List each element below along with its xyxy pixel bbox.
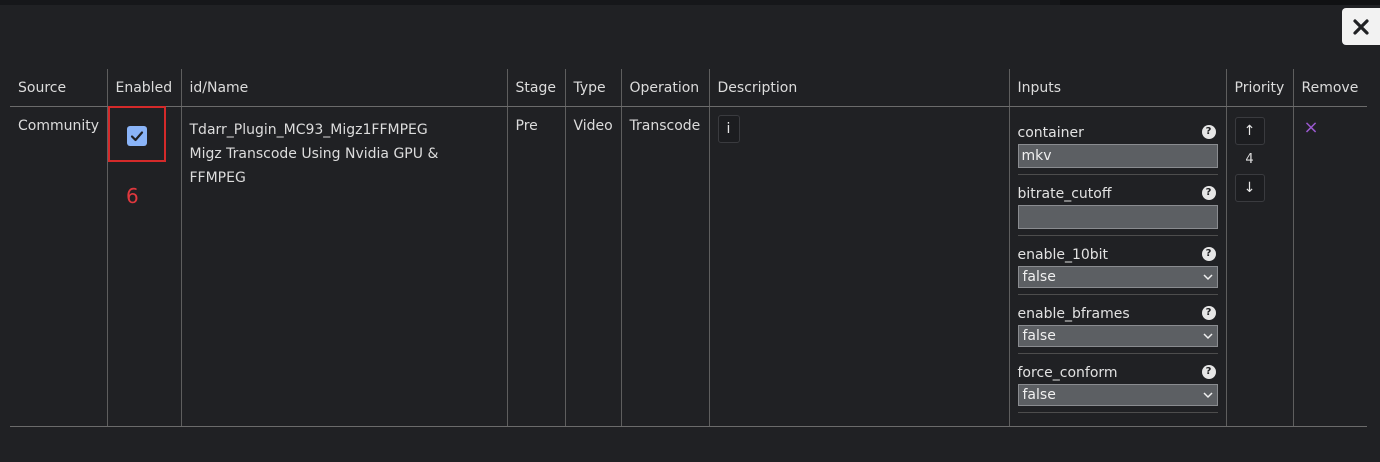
remove-button[interactable]: ×: [1304, 117, 1319, 138]
top-bar-segment: [1060, 0, 1380, 5]
bitrate-cutoff-input[interactable]: [1017, 205, 1218, 229]
input-container: container ?: [1017, 124, 1218, 175]
cell-id-name: Tdarr_Plugin_MC93_Migz1FFMPEG Migz Trans…: [180, 106, 507, 426]
input-bitrate-cutoff: bitrate_cutoff ?: [1017, 185, 1218, 236]
annotation-number: 6: [126, 184, 139, 208]
inputs-list: container ? bitrate_cutoff ? enable_10bi…: [1017, 124, 1218, 413]
header-stage: Stage: [506, 69, 565, 107]
input-enable-10bit: enable_10bit ? false: [1017, 246, 1218, 295]
cell-priority: ↑ 4 ↓: [1225, 106, 1293, 426]
header-priority: Priority: [1225, 69, 1293, 107]
type-text: Video: [573, 118, 613, 134]
help-icon[interactable]: ?: [1201, 186, 1216, 200]
enable-bframes-select[interactable]: false: [1017, 325, 1218, 347]
header-operation: Operation: [620, 69, 709, 107]
input-enable-bframes-label: enable_bframes: [1017, 306, 1130, 322]
header-remove: Remove: [1292, 69, 1367, 107]
header-inputs: Inputs: [1008, 69, 1226, 107]
stage-text: Pre: [515, 118, 538, 134]
container-input[interactable]: [1017, 144, 1218, 168]
priority-down-button[interactable]: ↓: [1234, 174, 1265, 202]
force-conform-select[interactable]: false: [1017, 384, 1218, 406]
input-enable-10bit-label: enable_10bit: [1017, 247, 1109, 263]
plugin-table: Source Enabled id/Name Stage Type Operat…: [10, 69, 1367, 427]
input-container-label: container: [1017, 125, 1084, 141]
cell-description: i: [708, 106, 1009, 426]
force-conform-value: false: [1022, 387, 1056, 403]
header-id-name: id/Name: [180, 69, 507, 107]
input-enable-bframes: enable_bframes ? false: [1017, 305, 1218, 354]
chevron-down-icon: [1202, 274, 1213, 281]
input-force-conform: force_conform ? false: [1017, 364, 1218, 413]
enable-10bit-value: false: [1022, 269, 1056, 285]
enable-10bit-select[interactable]: false: [1017, 266, 1218, 288]
chevron-down-icon: [1202, 333, 1213, 340]
enable-bframes-value: false: [1022, 328, 1056, 344]
table-row: Community Tdarr_Plugin_MC93_Migz1FFMPEG …: [10, 106, 1367, 427]
top-bar: [0, 0, 1380, 5]
header-type: Type: [564, 69, 621, 107]
chevron-down-icon: [1202, 392, 1213, 399]
plugin-id: Tdarr_Plugin_MC93_Migz1FFMPEG: [189, 122, 428, 138]
help-icon[interactable]: ?: [1201, 125, 1216, 139]
plugin-name: Migz Transcode Using Nvidia GPU & FFMPEG: [189, 146, 439, 186]
header-source: Source: [10, 69, 107, 107]
cell-operation: Transcode: [620, 106, 709, 426]
cell-inputs: container ? bitrate_cutoff ? enable_10bi…: [1008, 106, 1226, 426]
cell-type: Video: [564, 106, 621, 426]
input-bitrate-cutoff-label: bitrate_cutoff: [1017, 186, 1112, 202]
table-header-row: Source Enabled id/Name Stage Type Operat…: [10, 69, 1367, 107]
cell-remove: ×: [1292, 106, 1367, 426]
close-button[interactable]: [1342, 8, 1380, 45]
close-icon: [1353, 18, 1369, 35]
help-icon[interactable]: ?: [1201, 247, 1216, 261]
priority-up-button[interactable]: ↑: [1234, 117, 1265, 145]
header-enabled: Enabled: [106, 69, 181, 107]
header-description: Description: [708, 69, 1009, 107]
help-icon[interactable]: ?: [1201, 365, 1216, 379]
annotation-highlight-box: [108, 106, 166, 162]
description-info-button[interactable]: i: [717, 115, 740, 143]
priority-value: 4: [1245, 152, 1254, 167]
operation-text: Transcode: [629, 118, 701, 134]
cell-source: Community: [10, 107, 107, 427]
source-text: Community: [18, 118, 100, 134]
input-force-conform-label: force_conform: [1017, 365, 1118, 381]
cell-stage: Pre: [506, 106, 565, 426]
help-icon[interactable]: ?: [1201, 306, 1216, 320]
